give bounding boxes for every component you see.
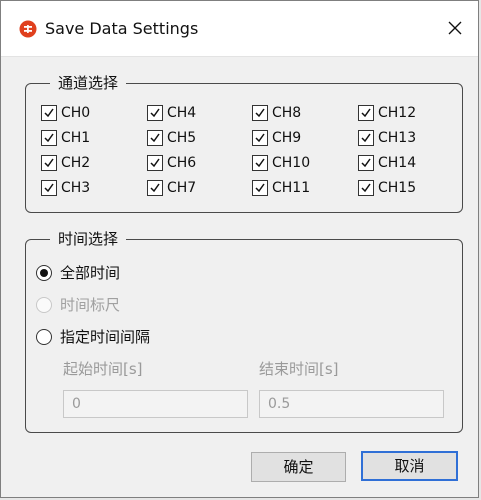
checkbox-ch6[interactable]: CH6 <box>147 154 196 172</box>
start-time-label: 起始时间[s] <box>63 360 143 378</box>
checkbox-label: CH8 <box>272 105 302 121</box>
checkbox-ch9[interactable]: CH9 <box>252 129 301 147</box>
time-selection-title: 时间选择 <box>50 228 127 250</box>
checkbox-label: CH4 <box>167 105 197 121</box>
ok-button[interactable]: 确定 <box>251 452 346 482</box>
checkbox-checked-icon <box>41 155 57 171</box>
end-time-label: 结束时间[s] <box>259 360 339 378</box>
checkbox-label: CH2 <box>61 155 91 171</box>
checkbox-ch10[interactable]: CH10 <box>252 154 310 172</box>
channel-selection-title: 通道选择 <box>50 72 127 94</box>
checkbox-checked-icon <box>147 155 163 171</box>
checkbox-label: CH9 <box>272 130 302 146</box>
time-selection-group: 时间选择 全部时间 时间标尺 指定时间间隔 起始时间[s] 结束时间[s] 0 … <box>25 228 463 433</box>
checkbox-label: CH11 <box>272 180 311 196</box>
radio-unselected-icon <box>36 329 52 345</box>
checkbox-checked-icon <box>147 105 163 121</box>
checkbox-checked-icon <box>252 130 268 146</box>
start-time-input[interactable]: 0 <box>63 390 248 418</box>
checkbox-checked-icon <box>41 130 57 146</box>
radio-all-time[interactable]: 全部时间 <box>36 264 120 282</box>
checkbox-label: CH12 <box>378 105 417 121</box>
title-bar: Save Data Settings <box>1 1 478 57</box>
checkbox-ch3[interactable]: CH3 <box>41 179 90 197</box>
checkbox-checked-icon <box>147 130 163 146</box>
window-title: Save Data Settings <box>45 19 199 38</box>
checkbox-ch2[interactable]: CH2 <box>41 154 90 172</box>
close-button[interactable] <box>432 1 478 57</box>
checkbox-ch0[interactable]: CH0 <box>41 104 90 122</box>
radio-time-ruler: 时间标尺 <box>36 296 120 314</box>
checkbox-checked-icon <box>41 180 57 196</box>
radio-label: 指定时间间隔 <box>60 328 151 346</box>
radio-unselected-icon <box>36 297 52 313</box>
checkbox-checked-icon <box>252 155 268 171</box>
checkbox-label: CH13 <box>378 130 417 146</box>
checkbox-label: CH5 <box>167 130 197 146</box>
checkbox-ch14[interactable]: CH14 <box>358 154 416 172</box>
channel-selection-group: 通道选择 CH0 CH1 CH2 CH3 CH4 CH5 CH6 CH7 CH8… <box>25 72 463 213</box>
checkbox-ch1[interactable]: CH1 <box>41 129 90 147</box>
checkbox-label: CH10 <box>272 155 311 171</box>
checkbox-ch5[interactable]: CH5 <box>147 129 196 147</box>
checkbox-ch13[interactable]: CH13 <box>358 129 416 147</box>
checkbox-label: CH6 <box>167 155 197 171</box>
checkbox-ch11[interactable]: CH11 <box>252 179 310 197</box>
close-icon <box>448 20 462 39</box>
checkbox-ch8[interactable]: CH8 <box>252 104 301 122</box>
checkbox-label: CH14 <box>378 155 417 171</box>
checkbox-checked-icon <box>147 180 163 196</box>
checkbox-label: CH0 <box>61 105 91 121</box>
checkbox-checked-icon <box>358 155 374 171</box>
checkbox-label: CH3 <box>61 180 91 196</box>
checkbox-ch12[interactable]: CH12 <box>358 104 416 122</box>
radio-label: 时间标尺 <box>60 296 121 314</box>
checkbox-checked-icon <box>358 180 374 196</box>
checkbox-label: CH7 <box>167 180 197 196</box>
checkbox-ch15[interactable]: CH15 <box>358 179 416 197</box>
checkbox-label: CH15 <box>378 180 417 196</box>
end-time-input[interactable]: 0.5 <box>259 390 444 418</box>
checkbox-checked-icon <box>358 130 374 146</box>
checkbox-checked-icon <box>41 105 57 121</box>
checkbox-checked-icon <box>252 180 268 196</box>
radio-specified-interval[interactable]: 指定时间间隔 <box>36 328 150 346</box>
radio-label: 全部时间 <box>60 264 121 282</box>
checkbox-checked-icon <box>358 105 374 121</box>
checkbox-label: CH1 <box>61 130 91 146</box>
checkbox-checked-icon <box>252 105 268 121</box>
app-logo-icon <box>19 20 37 38</box>
save-data-settings-dialog: Save Data Settings 通道选择 CH0 CH1 CH2 CH3 … <box>0 0 479 498</box>
checkbox-ch4[interactable]: CH4 <box>147 104 196 122</box>
radio-selected-icon <box>36 265 52 281</box>
checkbox-ch7[interactable]: CH7 <box>147 179 196 197</box>
cancel-button[interactable]: 取消 <box>361 451 458 481</box>
